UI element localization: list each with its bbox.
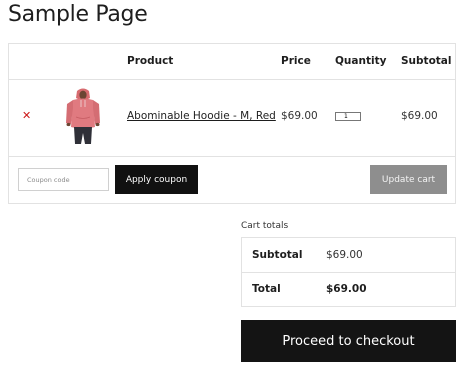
product-name-link[interactable]: Abominable Hoodie - M, Red (127, 110, 276, 122)
item-price: $69.00 (281, 110, 318, 122)
subtotal-value: $69.00 (326, 249, 363, 261)
apply-coupon-button[interactable]: Apply coupon (115, 165, 198, 194)
proceed-to-checkout-button[interactable]: Proceed to checkout (241, 320, 456, 362)
coupon-code-input[interactable] (18, 168, 109, 191)
item-subtotal: $69.00 (401, 110, 438, 122)
cart-table: Product Price Quantity Subtotal ✕ Abomin… (8, 43, 456, 204)
update-cart-button[interactable]: Update cart (370, 165, 447, 194)
subtotal-label: Subtotal (252, 249, 303, 261)
product-thumbnail[interactable] (64, 87, 102, 145)
cart-item-row: ✕ Abominable Hoodie - M, Red $69.00 1 $6… (9, 79, 455, 157)
subtotal-column-header: Subtotal (401, 55, 452, 67)
cart-totals-heading: Cart totals (241, 221, 289, 231)
quantity-input[interactable] (335, 112, 361, 121)
total-row: Total $69.00 (242, 272, 455, 306)
quantity-column-header: Quantity (335, 55, 387, 67)
cart-table-header: Product Price Quantity Subtotal (9, 44, 455, 80)
total-label: Total (252, 283, 281, 295)
product-column-header: Product (127, 55, 174, 67)
cart-actions-row: Apply coupon Update cart (9, 156, 455, 204)
close-icon[interactable]: ✕ (22, 110, 31, 121)
cart-totals-table: Subtotal $69.00 Total $69.00 (241, 237, 456, 307)
price-column-header: Price (281, 55, 311, 67)
subtotal-row: Subtotal $69.00 (242, 238, 455, 273)
page-title: Sample Page (8, 2, 148, 27)
total-value: $69.00 (326, 283, 367, 295)
